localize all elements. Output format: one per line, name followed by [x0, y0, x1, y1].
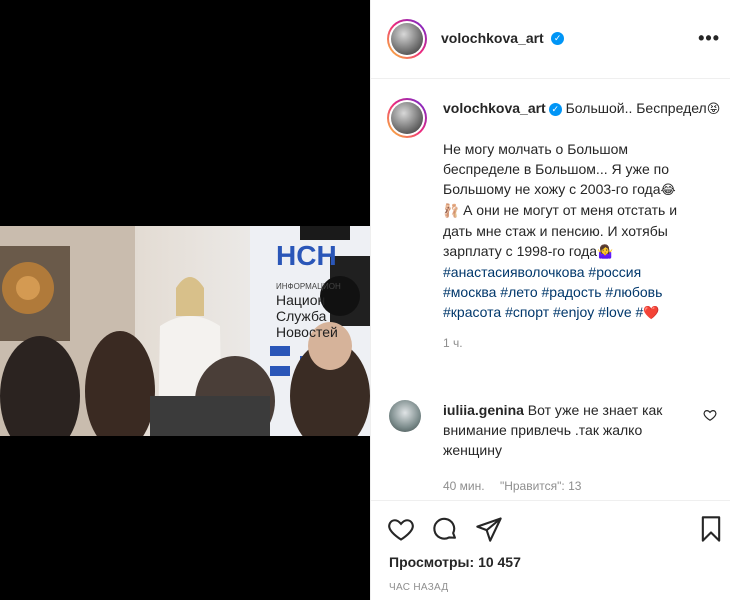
laughing-emoji: 😂 — [660, 182, 676, 197]
red-heart-emoji: ❤️ — [643, 305, 660, 320]
author-line: volochkova_art ✓ — [441, 30, 565, 48]
share-icon[interactable] — [475, 515, 503, 543]
post-photo[interactable]: НСН ИНФОРМАЦИОН Национ Служба Новостей — [0, 226, 370, 436]
comment-icon[interactable] — [431, 515, 459, 543]
caption-line-2: Большому не хожу с 2003-го года — [443, 181, 661, 197]
hashtag[interactable]: #love — [598, 304, 631, 320]
caption-avatar[interactable] — [387, 98, 427, 138]
sign-line-0: ИНФОРМАЦИОН — [276, 282, 341, 291]
ballet-shoes-emoji: 🩰 — [443, 203, 460, 218]
hashtag[interactable]: #enjoy — [553, 304, 594, 320]
post-header: volochkova_art ✓ ••• — [371, 0, 730, 79]
hashtag[interactable]: #любовь — [605, 284, 662, 300]
hashtag[interactable]: #спорт — [505, 304, 549, 320]
caption-line-3: А они не могут от меня отстать и — [463, 202, 678, 218]
hashtag[interactable]: #россия — [588, 264, 641, 280]
author-avatar[interactable] — [387, 19, 427, 59]
caption-username[interactable]: volochkova_art — [443, 100, 546, 116]
bookmark-icon[interactable] — [697, 515, 725, 543]
caption-line-1: беспределе в Большом... Я уже по — [443, 161, 670, 177]
commenter-username[interactable]: iuliia.genina — [443, 402, 524, 418]
hashtag[interactable]: #москва — [443, 284, 496, 300]
post-media[interactable]: НСН ИНФОРМАЦИОН Национ Служба Новостей — [0, 0, 370, 600]
caption-line-0: Не могу молчать о Большом — [443, 141, 628, 157]
hashtag[interactable]: #красота — [443, 304, 501, 320]
verified-badge-icon: ✓ — [548, 102, 562, 116]
sign-logo: НСН — [276, 240, 337, 271]
shrug-emoji: 🤷‍♀️ — [597, 244, 614, 259]
views-label: Просмотры: — [389, 554, 475, 570]
comment-like-heart-icon[interactable] — [703, 408, 717, 422]
tongue-emoji: 😝 — [706, 101, 721, 116]
more-options-icon[interactable]: ••• — [698, 28, 720, 49]
views-value: 10 457 — [478, 554, 521, 570]
sign-line-3: Новостей — [276, 324, 338, 340]
sign-line-1: Национ — [276, 292, 326, 308]
comment-likes[interactable]: "Нравится": 13 — [500, 479, 582, 493]
post-actions: Просмотры: 10 457 ЧАС НАЗАД — [371, 500, 730, 601]
post-details-panel: volochkova_art ✓ ••• volochkova_art ✓ Бол… — [370, 0, 730, 600]
author-username[interactable]: volochkova_art — [441, 30, 544, 46]
sign-line-2: Служба — [276, 308, 327, 324]
hashtag[interactable]: #лето — [500, 284, 537, 300]
caption-title: Большой.. Беспредел — [565, 100, 707, 116]
commenter-avatar[interactable] — [389, 400, 421, 432]
verified-badge-icon: ✓ — [551, 32, 565, 46]
post-time[interactable]: 1 ч. — [443, 333, 730, 353]
caption-line-5: зарплату с 1998-го года — [443, 243, 598, 259]
heart-icon[interactable] — [387, 515, 415, 543]
hashtag[interactable]: # — [636, 304, 644, 320]
comment-time[interactable]: 40 мин. — [443, 479, 485, 493]
hashtag[interactable]: #радость — [542, 284, 602, 300]
hashtag[interactable]: #анастасияволочкова — [443, 264, 585, 280]
views-count[interactable]: Просмотры: 10 457 — [389, 554, 521, 570]
caption-line-4: дать мне стаж и пенсию. И хотябы — [443, 223, 668, 239]
posted-ago: ЧАС НАЗАД — [389, 582, 449, 593]
